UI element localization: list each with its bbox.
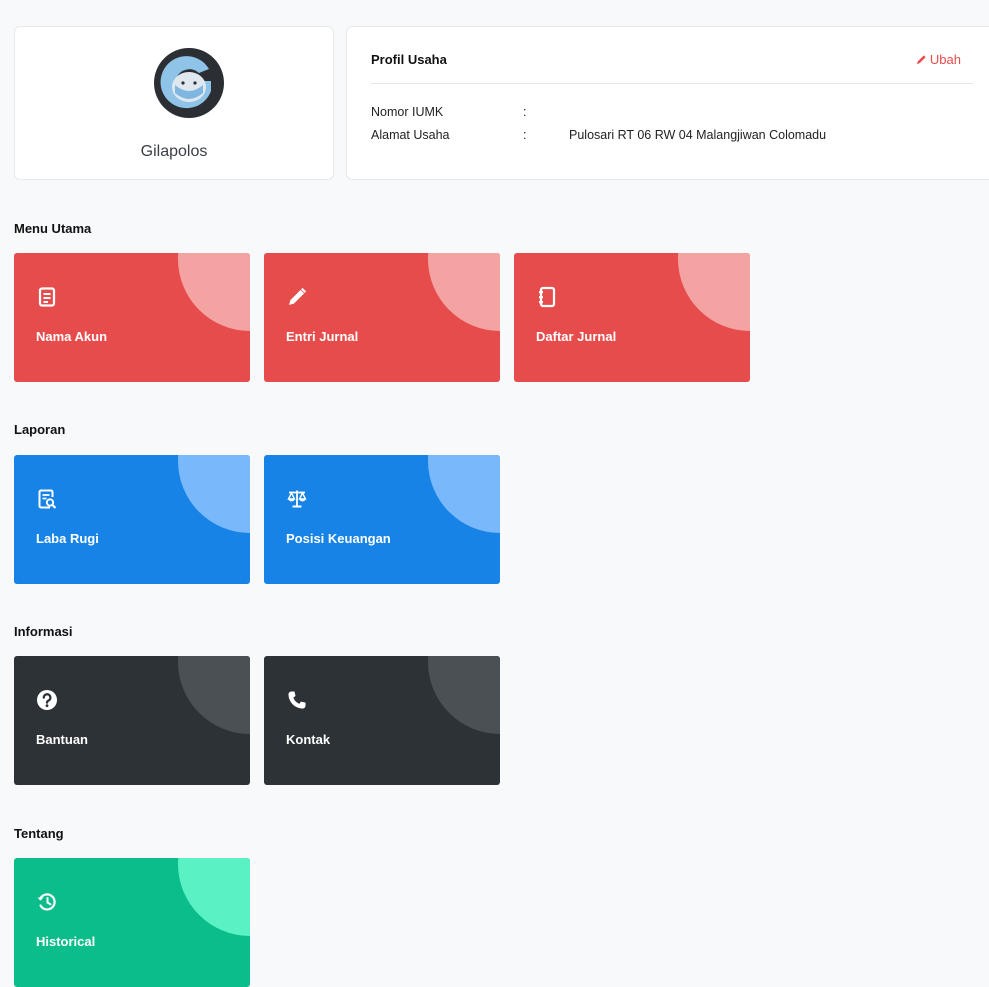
tile-decoration [178,858,250,936]
tile-decoration [178,253,250,331]
section-title-menu-utama: Menu Utama [14,221,92,236]
tile-decoration [428,656,500,734]
document-icon [38,287,56,307]
user-card: Gilapolos [14,26,334,180]
field-label: Alamat Usaha [371,128,450,142]
history-icon [37,893,56,911]
field-separator: : [523,128,527,142]
tile-label: Bantuan [36,732,88,747]
balance-scale-icon [287,490,307,508]
tile-label: Laba Rugi [36,531,99,546]
profile-row-iumk: Nomor IUMK : [371,105,569,119]
edit-profile-link[interactable]: Ubah [916,52,961,67]
journal-icon [539,286,556,308]
profile-row-alamat: Alamat Usaha : Pulosari RT 06 RW 04 Mala… [371,128,826,142]
report-search-icon [38,489,57,509]
tile-label: Daftar Jurnal [536,329,617,344]
tile-daftar-jurnal[interactable]: Daftar Jurnal [514,253,750,382]
tile-nama-akun[interactable]: Nama Akun [14,253,250,382]
profile-divider [371,83,973,84]
tile-label: Posisi Keuangan [286,531,391,546]
tile-decoration [678,253,750,331]
pencil-icon [289,287,307,305]
phone-icon [288,691,306,709]
section-title-laporan: Laporan [14,422,66,437]
tile-historical[interactable]: Historical [14,858,250,987]
tile-decoration [178,455,250,533]
edit-profile-label: Ubah [929,52,961,67]
field-separator: : [523,105,527,119]
pencil-icon [916,55,926,65]
tile-entri-jurnal[interactable]: Entri Jurnal [264,253,500,382]
tile-label: Entri Jurnal [286,329,359,344]
avatar [154,48,224,118]
profile-title: Profil Usaha [371,52,447,67]
tile-label: Kontak [286,732,331,747]
tile-bantuan[interactable]: Bantuan [14,656,250,785]
section-title-informasi: Informasi [14,624,73,639]
profile-card: Profil Usaha Ubah Nomor IUMK : Alamat Us… [346,26,989,180]
tile-label: Historical [36,934,96,949]
tile-decoration [428,253,500,331]
question-circle-icon [37,690,57,710]
field-value: Pulosari RT 06 RW 04 Malangjiwan Colomad… [569,128,827,142]
section-title-tentang: Tentang [14,826,64,841]
tile-label: Nama Akun [36,329,108,344]
tile-laba-rugi[interactable]: Laba Rugi [14,455,250,584]
tile-posisi-keuangan[interactable]: Posisi Keuangan [264,455,500,584]
field-label: Nomor IUMK [371,105,444,119]
tile-decoration [178,656,250,734]
tile-decoration [428,455,500,533]
username: Gilapolos [140,143,208,160]
tile-kontak[interactable]: Kontak [264,656,500,785]
